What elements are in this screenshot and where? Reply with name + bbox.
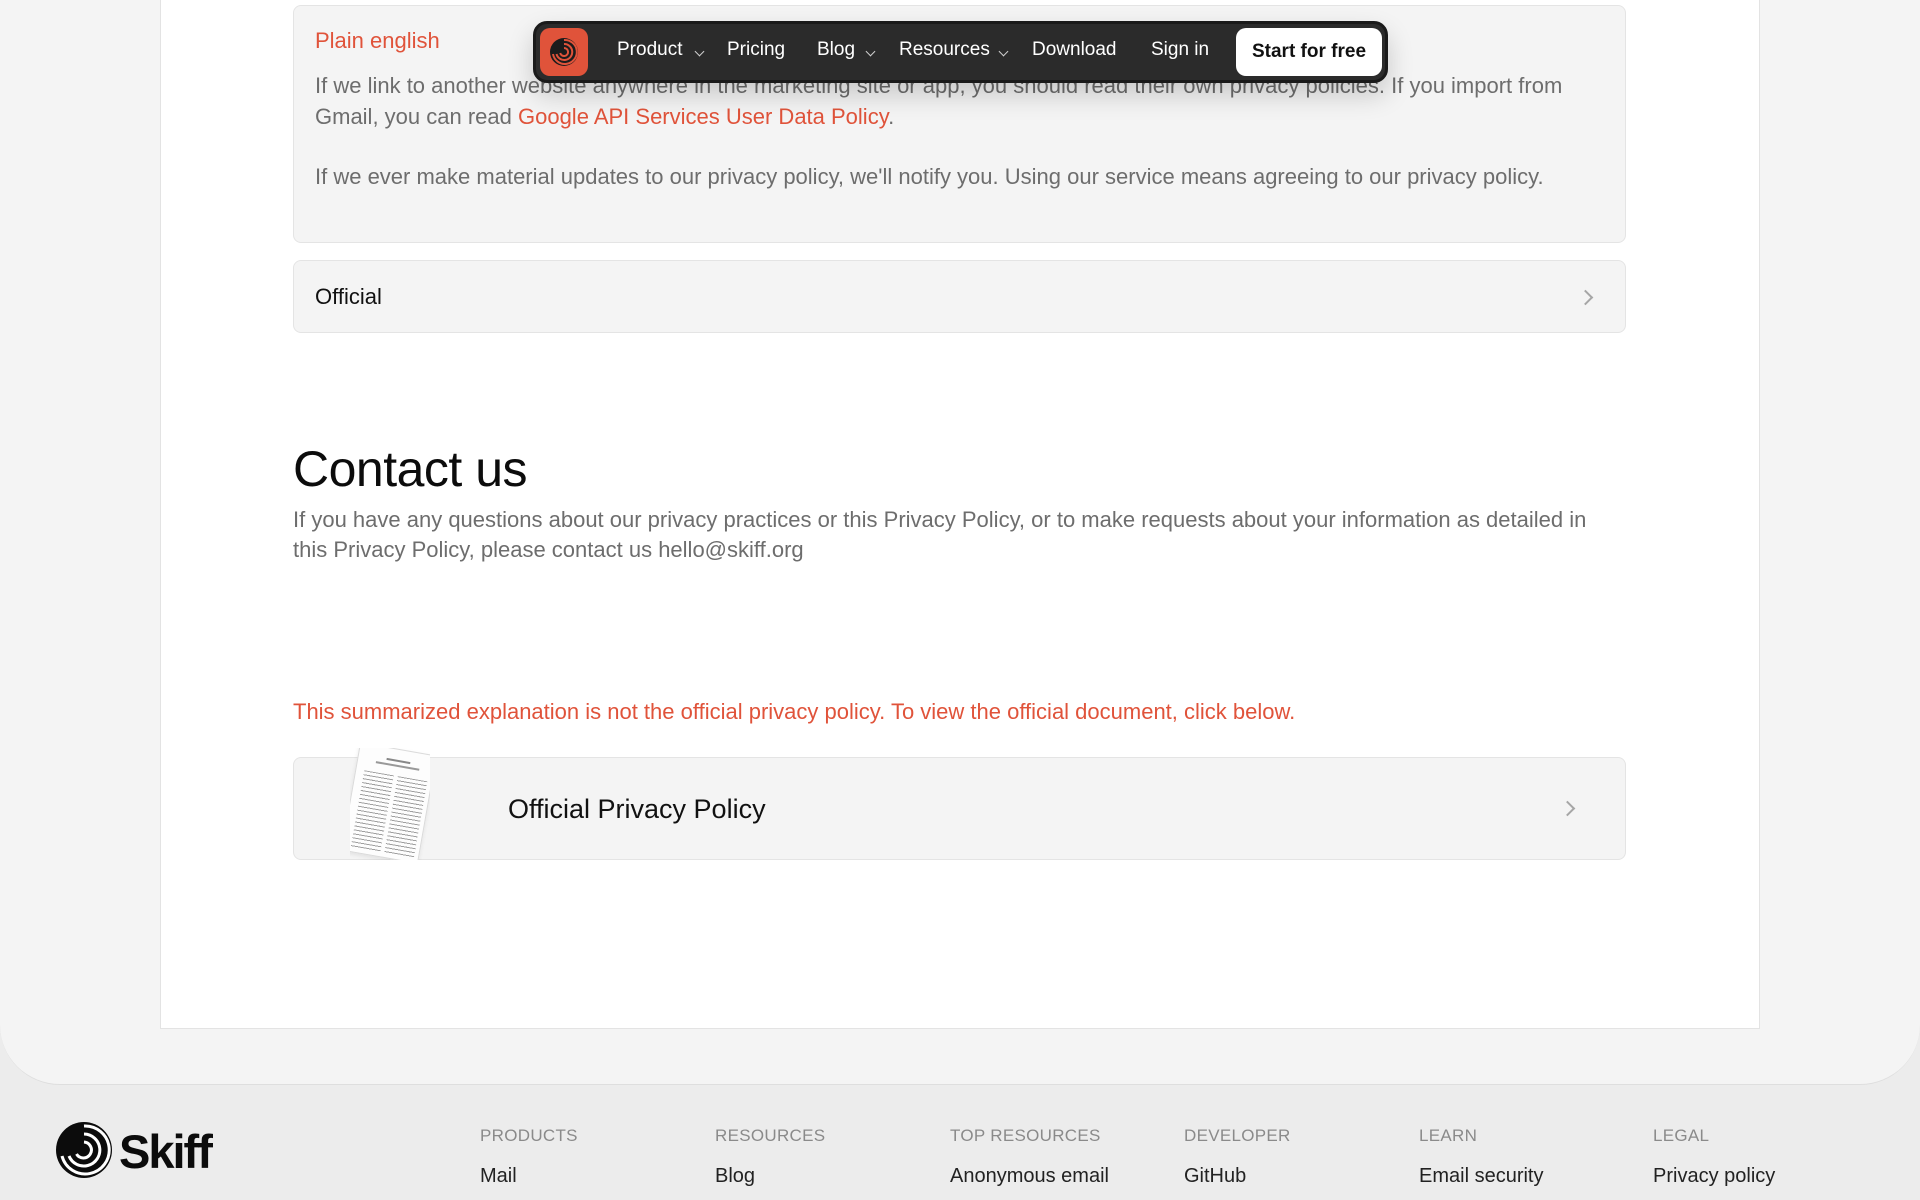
footer-heading: TOP RESOURCES: [950, 1126, 1101, 1145]
chevron-down-icon: [865, 46, 876, 57]
skiff-logo-button[interactable]: [540, 28, 588, 76]
nav-blog-label: Blog: [817, 39, 856, 60]
footer-column-top-resources: TOP RESOURCES Anonymous email: [950, 1126, 1109, 1188]
paragraph-text-end: .: [888, 104, 895, 129]
accordion-official-label: Official: [315, 284, 382, 309]
footer-heading: PRODUCTS: [480, 1126, 578, 1145]
footer-column-legal: LEGAL Privacy policy: [1653, 1126, 1775, 1188]
top-navigation-bar: Product Pricing Blog Resources Download …: [533, 21, 1388, 83]
accordion-plain-english-label: Plain english: [315, 28, 440, 53]
accordion-official[interactable]: Official: [293, 260, 1626, 333]
footer-column-developer: DEVELOPER GitHub: [1184, 1126, 1291, 1188]
footer-heading: RESOURCES: [715, 1126, 826, 1145]
official-policy-notice: This summarized explanation is not the o…: [293, 699, 1296, 724]
nav-pricing[interactable]: Pricing: [727, 39, 785, 61]
contact-heading: Contact us: [293, 441, 528, 497]
footer-link-github[interactable]: GitHub: [1184, 1165, 1291, 1188]
footer-column-learn: LEARN Email security: [1419, 1126, 1543, 1188]
nav-download[interactable]: Download: [1032, 39, 1117, 61]
skiff-swirl-icon: [56, 1122, 112, 1178]
chevron-down-icon: [694, 46, 705, 57]
nav-product-label: Product: [617, 39, 683, 60]
start-for-free-button[interactable]: Start for free: [1236, 28, 1382, 76]
chevron-right-icon: [1577, 289, 1594, 306]
nav-blog[interactable]: Blog: [817, 39, 855, 61]
footer-link-email-security[interactable]: Email security: [1419, 1165, 1543, 1188]
chevron-down-icon: [998, 46, 1009, 57]
footer-heading: LEARN: [1419, 1126, 1478, 1145]
skiff-swirl-icon: [550, 38, 578, 66]
footer-link-anonymous-email[interactable]: Anonymous email: [950, 1165, 1109, 1188]
footer-brand-name: Skiff: [119, 1125, 213, 1178]
nav-resources[interactable]: Resources: [899, 39, 990, 61]
nav-product[interactable]: Product: [617, 39, 682, 61]
footer-link-mail[interactable]: Mail: [480, 1165, 578, 1188]
document-thumbnail-icon: [350, 748, 430, 860]
official-privacy-policy-label: Official Privacy Policy: [508, 794, 766, 824]
footer-link-privacy-policy[interactable]: Privacy policy: [1653, 1165, 1775, 1188]
nav-resources-label: Resources: [899, 39, 990, 60]
footer-heading: LEGAL: [1653, 1126, 1710, 1145]
google-api-policy-link[interactable]: Google API Services User Data Policy: [518, 104, 888, 129]
footer-link-blog[interactable]: Blog: [715, 1165, 825, 1188]
official-privacy-policy-card[interactable]: Official Privacy Policy: [293, 748, 1626, 860]
footer-column-products: PRODUCTS Mail: [480, 1126, 578, 1188]
contact-text: If you have any questions about our priv…: [293, 507, 1587, 562]
footer-brand[interactable]: Skiff: [54, 1120, 214, 1184]
accordion-paragraph-updates: If we ever make material updates to our …: [315, 164, 1544, 189]
footer-column-resources: RESOURCES Blog: [715, 1126, 825, 1188]
nav-sign-in[interactable]: Sign in: [1151, 39, 1209, 61]
chevron-right-icon: [1559, 800, 1576, 817]
footer-heading: DEVELOPER: [1184, 1126, 1291, 1145]
